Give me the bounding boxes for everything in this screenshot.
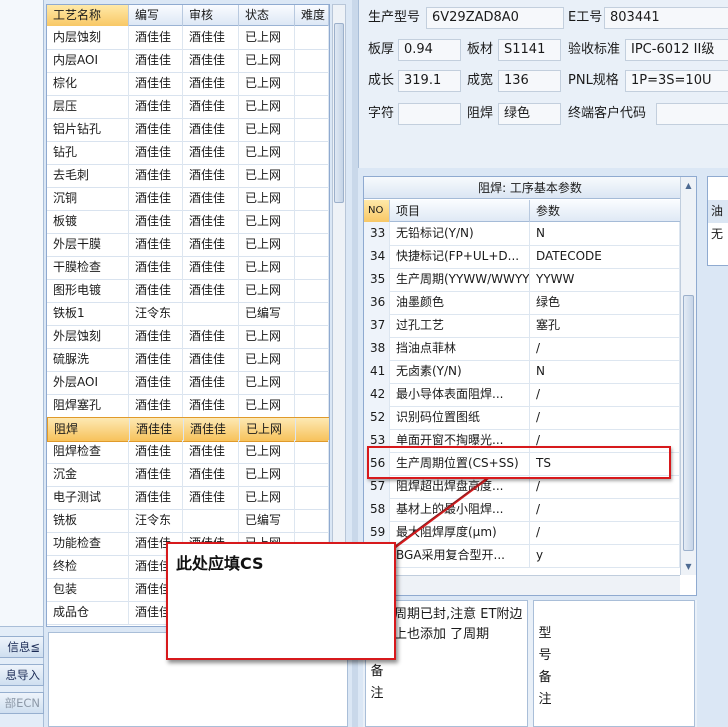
callout-text: 此处应填CS [176,554,264,573]
callout-box: 此处应填CS [166,542,396,660]
highlight-rectangle [367,446,671,479]
